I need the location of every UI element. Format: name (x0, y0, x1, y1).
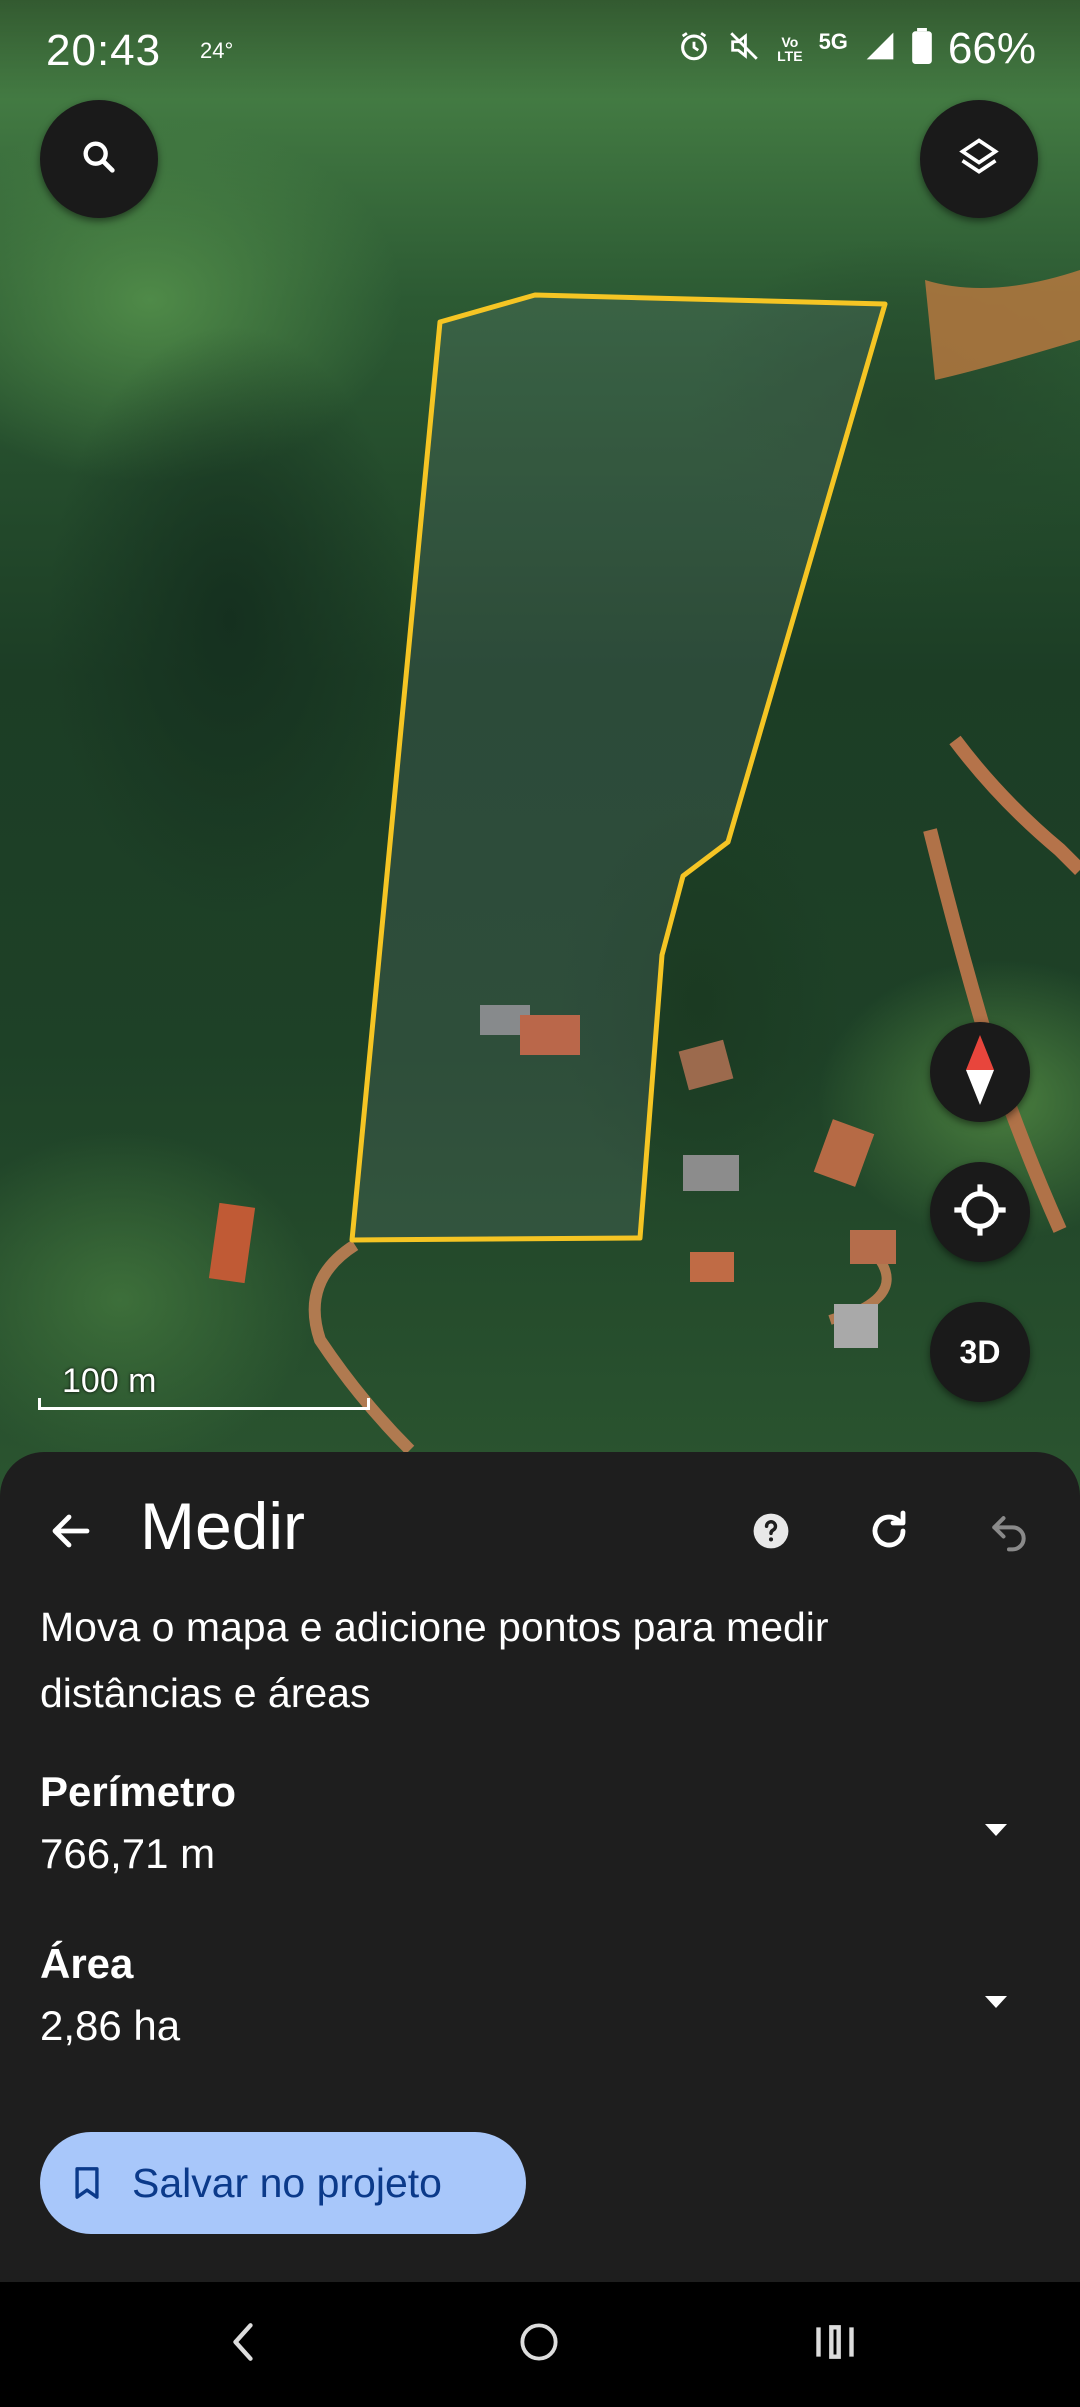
system-nav-bar (0, 2282, 1080, 2407)
house (683, 1155, 739, 1191)
caret-down-icon[interactable] (974, 1808, 1018, 1852)
house (208, 1202, 256, 1284)
bookmark-icon (74, 2163, 110, 2203)
map-imagery (208, 270, 1080, 1455)
status-time: 20:43 (46, 26, 162, 75)
save-to-project-button[interactable]: Salvar no projeto (40, 2132, 526, 2234)
nav-back-button[interactable] (198, 2304, 288, 2384)
undo-icon (987, 1509, 1031, 1558)
search-icon (79, 137, 119, 182)
3d-button[interactable]: 3D (930, 1302, 1030, 1402)
nav-back-icon (228, 2322, 258, 2367)
network-type: 5G (818, 29, 848, 54)
dirt-road (949, 735, 1080, 875)
area-label: Área (40, 1940, 134, 1987)
dirt-road (308, 1239, 415, 1455)
perimeter-row[interactable]: Perímetro 766,71 m (40, 1768, 1040, 1878)
my-location-icon (952, 1182, 1008, 1243)
house (690, 1252, 734, 1282)
map-scale-bar: 100 m (38, 1358, 370, 1410)
search-button[interactable] (40, 100, 158, 218)
signal-icon (864, 30, 896, 68)
compass-button[interactable] (930, 1022, 1030, 1122)
nav-recents-button[interactable] (790, 2304, 880, 2384)
compass-icon (958, 1034, 1002, 1110)
mute-icon (727, 29, 761, 69)
layers-button[interactable] (920, 100, 1038, 218)
house (834, 1304, 878, 1348)
nav-home-icon (518, 2321, 560, 2368)
perimeter-label: Perímetro (40, 1768, 237, 1815)
satellite-map[interactable]: 20:43 24° Vo LTE 5G 66% 3D 100 m (0, 0, 1080, 1500)
layers-icon (957, 135, 1001, 184)
save-button-label: Salvar no projeto (132, 2159, 442, 2206)
house (678, 1039, 734, 1091)
back-button[interactable] (36, 1498, 106, 1568)
nav-home-button[interactable] (494, 2304, 584, 2384)
status-bar: 20:43 24° Vo LTE 5G 66% (0, 0, 1080, 100)
undo-button[interactable] (976, 1500, 1042, 1566)
scale-line (38, 1398, 370, 1410)
measure-panel: Medir Mova o mapa e adicione pontos para… (0, 1452, 1080, 2282)
help-icon (752, 1512, 790, 1555)
refresh-icon (865, 1507, 913, 1560)
dirt-patch (925, 270, 1080, 380)
volte-icon: Vo LTE (777, 34, 803, 64)
status-temperature: 24° (200, 38, 234, 63)
arrow-back-icon (47, 1507, 95, 1560)
scale-label: 100 m (62, 1362, 157, 1400)
instructions-text: Mova o mapa e adicione pontos para medir… (40, 1604, 829, 1716)
help-button[interactable] (738, 1500, 804, 1566)
nav-recents-icon (813, 2323, 857, 2366)
caret-down-icon[interactable] (974, 1980, 1018, 2024)
page-title: Medir (140, 1489, 306, 1563)
house (850, 1230, 896, 1264)
area-row[interactable]: Área 2,86 ha (40, 1940, 1040, 2050)
refresh-button[interactable] (856, 1500, 922, 1566)
area-value: 2,86 ha (40, 2002, 181, 2049)
perimeter-value: 766,71 m (40, 1830, 216, 1877)
3d-label: 3D (959, 1333, 1001, 1370)
battery-percent: 66% (947, 24, 1036, 73)
house (813, 1119, 875, 1187)
my-location-button[interactable] (930, 1162, 1030, 1262)
measured-area-polygon (349, 292, 888, 1243)
alarm-icon (677, 29, 711, 69)
battery-icon (912, 28, 932, 70)
